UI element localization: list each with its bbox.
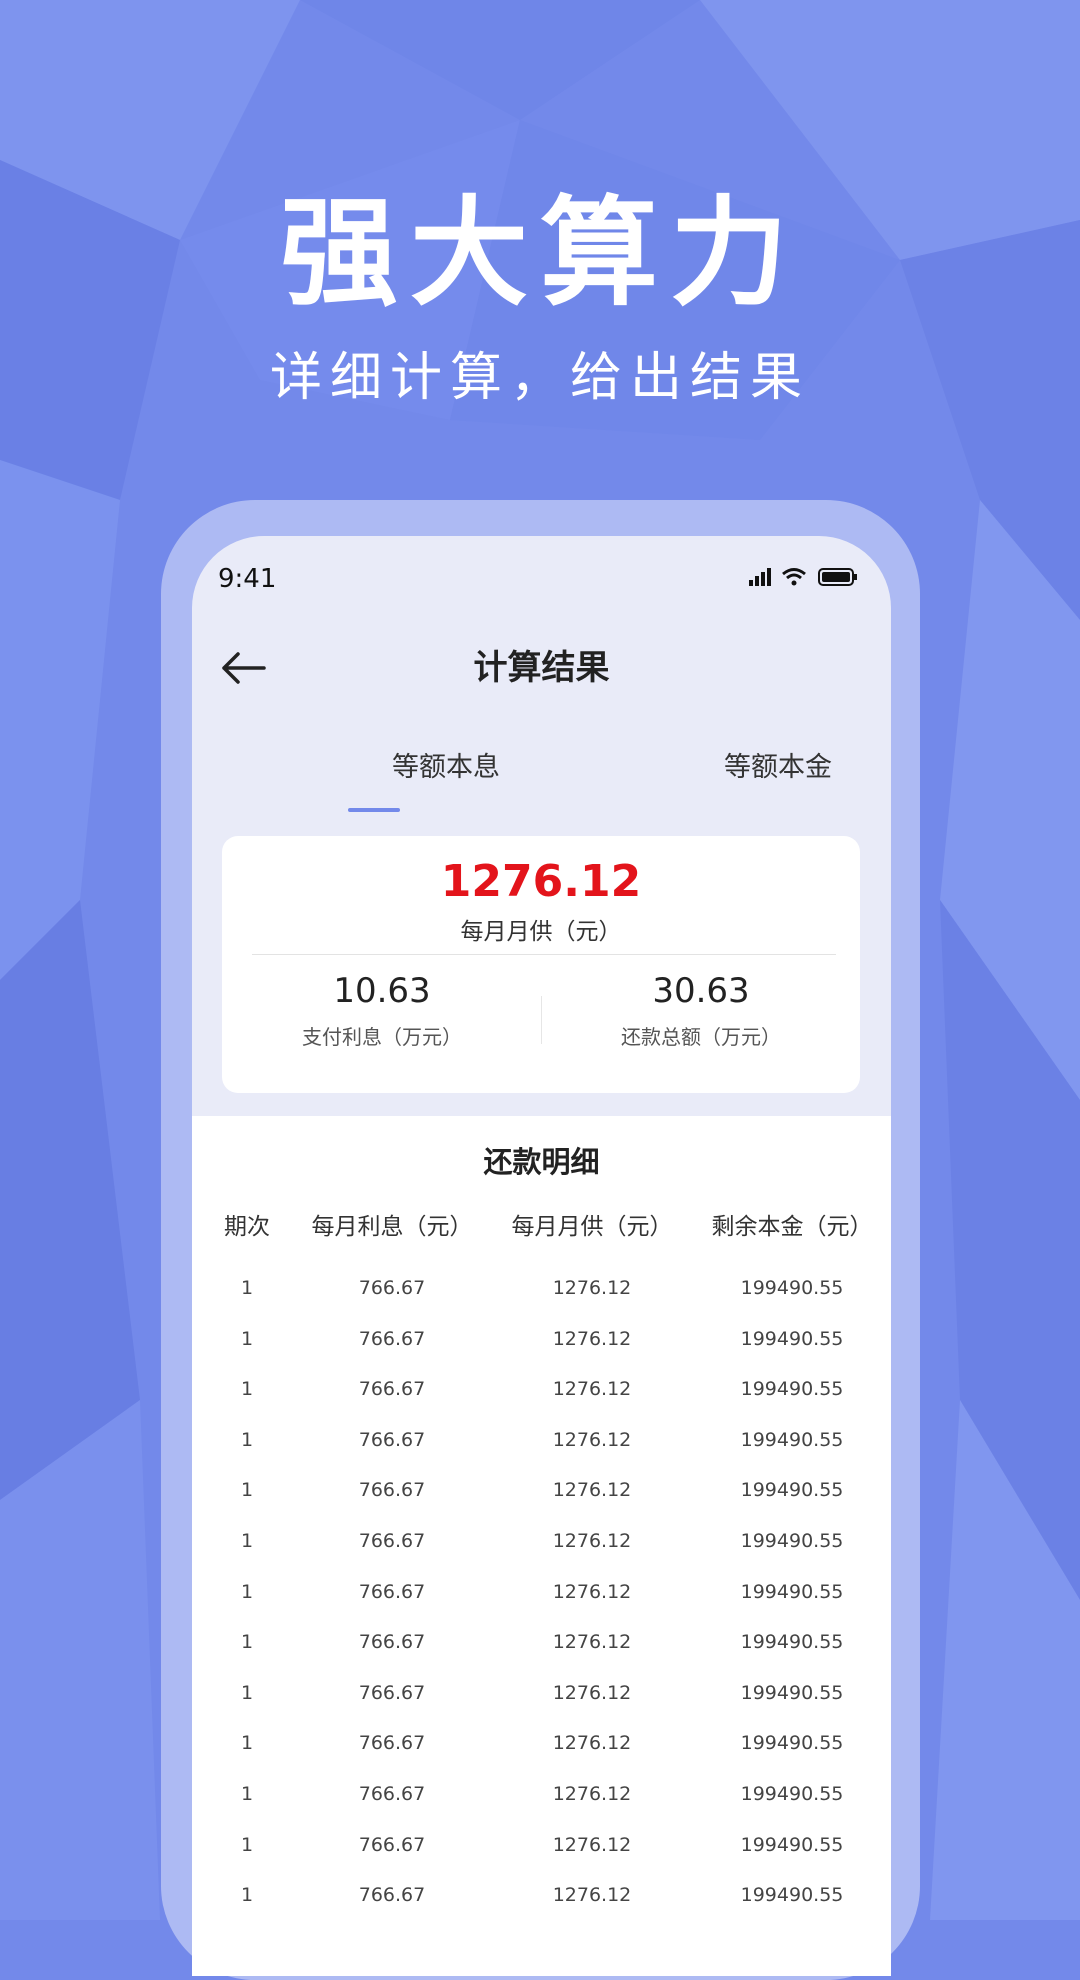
nav-bar: 计算结果 <box>192 628 891 708</box>
cell-period: 1 <box>240 1479 254 1502</box>
hero-title: 强大算力 <box>279 184 800 322</box>
cell-payment: 1276.12 <box>552 1681 632 1704</box>
cell-interest: 766.67 <box>358 1378 426 1401</box>
status-bar: 9:41 <box>192 536 891 616</box>
cell-payment: 1276.12 <box>552 1479 632 1502</box>
interest-stat: 10.63 支付利息（万元） <box>232 966 532 1052</box>
column-header-remaining: 剩余本金（元） <box>711 1214 873 1240</box>
phone-screen: 9:41 计算结果 等额本息 等额本金 1276.12 每月月供（元） 10.6… <box>192 536 891 1976</box>
cell-interest: 766.67 <box>358 1479 426 1502</box>
table-row: 1 766.67 1276.12 199490.55 <box>192 1831 891 1882</box>
cell-payment: 1276.12 <box>552 1277 632 1299</box>
table-row: 1 766.67 1276.12 199490.55 <box>192 1578 891 1629</box>
tab-bar: 等额本息 等额本金 <box>192 748 891 818</box>
cell-period: 1 <box>240 1378 254 1401</box>
detail-title: 还款明细 <box>483 1145 600 1179</box>
cell-payment: 1276.12 <box>552 1782 632 1805</box>
cell-remaining: 199490.55 <box>740 1378 844 1401</box>
interest-label: 支付利息（万元） <box>302 1025 462 1049</box>
divider <box>252 954 836 955</box>
table-row: 1 766.67 1276.12 199490.55 <box>192 1780 891 1831</box>
cell-remaining: 199490.55 <box>740 1833 844 1856</box>
cell-period: 1 <box>240 1782 254 1805</box>
cell-remaining: 199490.55 <box>740 1732 844 1755</box>
cell-interest: 766.67 <box>358 1580 426 1603</box>
cell-period: 1 <box>240 1327 254 1350</box>
cell-remaining: 199490.55 <box>740 1277 844 1299</box>
cell-interest: 766.67 <box>358 1681 426 1704</box>
cell-interest: 766.67 <box>358 1782 426 1805</box>
table-row: 1 766.67 1276.12 199490.55 <box>192 1679 891 1730</box>
status-time: 9:41 <box>218 564 277 594</box>
cellular-signal-icon <box>749 568 771 586</box>
table-header: 期次 每月利息（元） 每月月供（元） 剩余本金（元） <box>192 1210 891 1250</box>
cell-interest: 766.67 <box>358 1732 426 1755</box>
cell-interest: 766.67 <box>358 1833 426 1856</box>
cell-payment: 1276.12 <box>552 1327 632 1350</box>
cell-remaining: 199490.55 <box>740 1327 844 1350</box>
tab-equal-installment[interactable]: 等额本息 <box>326 748 566 788</box>
table-row: 1 766.67 1276.12 199490.55 <box>192 1628 891 1679</box>
table-row: 1 766.67 1276.12 199490.55 <box>192 1881 891 1932</box>
table-row: 1 766.67 1276.12 199490.55 <box>192 1325 891 1376</box>
table-body: 1 766.67 1276.12 199490.55 1 766.67 1276… <box>192 1274 891 1932</box>
cell-interest: 766.67 <box>358 1277 426 1299</box>
cell-payment: 1276.12 <box>552 1631 632 1654</box>
page-title: 计算结果 <box>473 648 610 688</box>
cell-remaining: 199490.55 <box>740 1479 844 1502</box>
cell-interest: 766.67 <box>358 1529 426 1552</box>
cell-remaining: 199490.55 <box>740 1428 844 1451</box>
monthly-payment-value: 1276.12 <box>440 856 642 907</box>
cell-period: 1 <box>240 1580 254 1603</box>
cell-interest: 766.67 <box>358 1327 426 1350</box>
cell-payment: 1276.12 <box>552 1378 632 1401</box>
cell-period: 1 <box>240 1277 254 1299</box>
monthly-payment-label: 每月月供（元） <box>460 919 622 945</box>
total-label: 还款总额（万元） <box>621 1025 781 1049</box>
cell-remaining: 199490.55 <box>740 1782 844 1805</box>
cell-period: 1 <box>240 1428 254 1451</box>
cell-period: 1 <box>240 1833 254 1856</box>
cell-remaining: 199490.55 <box>740 1580 844 1603</box>
cell-payment: 1276.12 <box>552 1529 632 1552</box>
tab-equal-principal[interactable]: 等额本金 <box>658 748 891 788</box>
cell-payment: 1276.12 <box>552 1580 632 1603</box>
total-value: 30.63 <box>652 971 750 1011</box>
cell-period: 1 <box>240 1884 254 1907</box>
vertical-divider <box>541 996 542 1044</box>
table-row: 1 766.67 1276.12 199490.55 <box>192 1375 891 1426</box>
table-row: 1 766.67 1276.12 199490.55 <box>192 1274 891 1325</box>
cell-payment: 1276.12 <box>552 1833 632 1856</box>
cell-payment: 1276.12 <box>552 1732 632 1755</box>
wifi-icon <box>782 568 806 586</box>
table-row: 1 766.67 1276.12 199490.55 <box>192 1476 891 1527</box>
active-tab-indicator <box>348 808 400 812</box>
total-stat: 30.63 还款总额（万元） <box>551 966 851 1052</box>
cell-period: 1 <box>240 1732 254 1755</box>
table-row: 1 766.67 1276.12 199490.55 <box>192 1426 891 1477</box>
cell-remaining: 199490.55 <box>740 1529 844 1552</box>
status-icons <box>749 566 859 594</box>
cell-interest: 766.67 <box>358 1631 426 1654</box>
column-header-payment: 每月月供（元） <box>511 1214 673 1240</box>
cell-payment: 1276.12 <box>552 1884 632 1907</box>
hero-subtitle: 详细计算，给出结果 <box>269 348 810 408</box>
cell-interest: 766.67 <box>358 1884 426 1907</box>
cell-payment: 1276.12 <box>552 1428 632 1451</box>
cell-period: 1 <box>240 1631 254 1654</box>
table-row: 1 766.67 1276.12 199490.55 <box>192 1729 891 1780</box>
cell-period: 1 <box>240 1529 254 1552</box>
interest-value: 10.63 <box>333 971 431 1011</box>
repayment-detail: 还款明细 期次 每月利息（元） 每月月供（元） 剩余本金（元） 1 766.67… <box>192 1116 891 1976</box>
cell-remaining: 199490.55 <box>740 1631 844 1654</box>
cell-remaining: 199490.55 <box>740 1884 844 1907</box>
cell-period: 1 <box>240 1681 254 1704</box>
summary-card: 1276.12 每月月供（元） 10.63 支付利息（万元） 30.63 还款总… <box>222 836 860 1093</box>
table-row: 1 766.67 1276.12 199490.55 <box>192 1527 891 1578</box>
column-header-period: 期次 <box>224 1214 270 1240</box>
cell-remaining: 199490.55 <box>740 1681 844 1704</box>
battery-icon <box>818 568 857 586</box>
cell-interest: 766.67 <box>358 1428 426 1451</box>
column-header-interest: 每月利息（元） <box>311 1214 473 1240</box>
